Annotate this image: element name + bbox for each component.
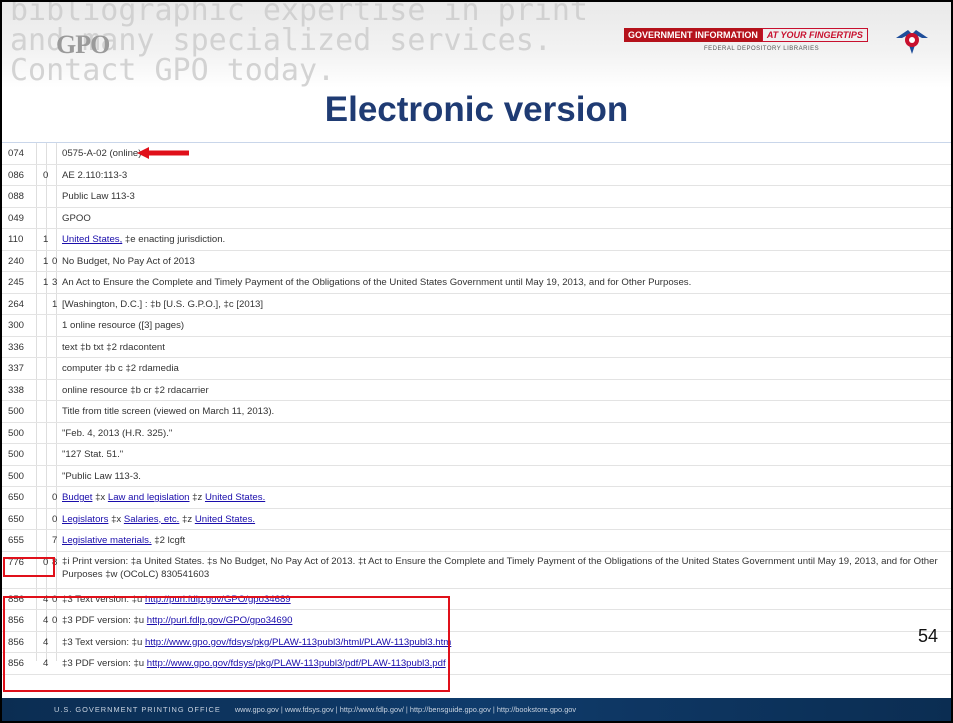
subject-link[interactable]: Legislators [62,514,108,525]
marc-tag: 300 [8,320,25,331]
subfield-code: ‡z [189,492,205,503]
field-content: No Budget, No Pay Act of 2013 [62,255,195,267]
field-text: ‡e enacting jurisdiction. [122,234,226,245]
fdl-subtitle: FEDERAL DEPOSITORY LIBRARIES [704,46,820,52]
field-content: [Washington, D.C.] : ‡b [U.S. G.P.O.], ‡… [62,298,264,310]
indicator-2: 3 [52,277,58,288]
subfield-code: ‡x [108,513,124,525]
table-row: 500 Title from title screen (viewed on Ma… [2,401,951,423]
marc-record-table: 074 0575-A-02 (online) 086 0 AE 2.110:113-3 0… [2,143,951,675]
field-content: 0575-A-02 (online) [62,148,142,159]
table-row: 776 0 8 ‡i Print version: ‡a United States.… [2,552,951,589]
indicator-1: 1 [43,234,49,245]
field-content: "127 Stat. 51." [62,449,124,460]
table-row: 650 0 Legislators ‡x Salaries, etc. ‡z Uni… [2,509,951,530]
page-number: 54 [918,626,939,646]
subfield-code: ‡z [179,513,195,525]
marc-tag: 500 [8,449,25,460]
annotation-box-856 [3,596,450,692]
subject-link[interactable]: Law and legislation [108,492,190,503]
subject-link[interactable]: United States. [195,514,255,525]
marc-tag: 074 [8,148,25,159]
marc-tag: 650 [8,492,25,503]
footer-bar: U.S. GOVERNMENT PRINTING OFFICE www.gpo.… [2,698,951,721]
table-row: 240 1 0 No Budget, No Pay Act of 2013 [2,251,951,272]
indicator-1: 1 [43,277,49,288]
table-row: 049 GPOO [2,208,951,229]
annotation-box-776 [3,557,55,577]
table-row: 500 "127 Stat. 51." [2,444,951,466]
field-content: Budget ‡x Law and legislation ‡z United … [62,492,951,503]
gpo-logo: GPO [56,30,110,59]
marc-tag: 049 [8,212,25,224]
marc-tag: 240 [8,255,25,267]
field-content: AE 2.110:113-3 [62,169,128,181]
marc-tag: 264 [8,298,25,310]
table-row: 500 "Feb. 4, 2013 (H.R. 325)." [2,423,951,444]
government-information-badge: GOVERNMENT INFORMATION AT YOUR FINGERTIP… [624,28,868,42]
indicator-2: 0 [52,492,58,503]
marc-tag: 500 [8,427,25,439]
table-row: 088 Public Law 113-3 [2,186,951,208]
field-content: Legislative materials. ‡2 lcgft [62,535,951,546]
footer-org: U.S. GOVERNMENT PRINTING OFFICE [54,705,221,714]
indicator-1: 0 [43,169,49,181]
field-content: An Act to Ensure the Complete and Timely… [62,277,692,288]
field-content: GPOO [62,212,91,224]
indicator-2: 1 [52,298,58,310]
marc-tag: 337 [8,363,25,374]
marc-tag: 336 [8,341,25,353]
field-content: "Public Law 113-3. [62,470,141,482]
slide-title: Electronic version [324,90,629,129]
marc-tag: 655 [8,535,25,546]
marc-tag: 650 [8,513,25,525]
field-content: "Feb. 4, 2013 (H.R. 325)." [62,427,173,439]
indicator-1: 1 [43,255,49,267]
table-row: 338 online resource ‡b cr ‡2 rdacarrier [2,380,951,401]
marc-tag: 500 [8,406,25,417]
marc-tag: 086 [8,169,25,181]
indicator-2: 7 [52,535,58,546]
indicator-2: 0 [52,513,58,525]
field-content: text ‡b txt ‡2 rdacontent [62,341,165,353]
red-arrow-icon [137,147,189,159]
marc-tag: 245 [8,277,25,288]
field-content: computer ‡b c ‡2 rdamedia [62,363,179,374]
marc-tag: 500 [8,470,25,482]
table-row: 337 computer ‡b c ‡2 rdamedia [2,358,951,380]
fdlp-eagle-logo-icon [896,30,928,54]
field-content: online resource ‡b cr ‡2 rdacarrier [62,384,209,396]
indicator-2: 0 [52,255,58,267]
table-row: 300 1 online resource ([3] pages) [2,315,951,337]
banner: bibliographic expertise in print and many… [2,2,951,88]
table-row: 336 text ‡b txt ‡2 rdacontent [2,337,951,358]
marc-tag: 088 [8,191,25,202]
field-content: 1 online resource ([3] pages) [62,320,185,331]
table-row: 655 7 Legislative materials. ‡2 lcgft [2,530,951,552]
subject-link[interactable]: Budget [62,492,92,503]
table-row: 110 1 United States, ‡e enacting jurisdict… [2,229,951,251]
subfield-code: ‡x [92,492,108,503]
heading-link[interactable]: United States, [62,234,122,245]
table-row: 650 0 Budget ‡x Law and legislation ‡z Uni… [2,487,951,509]
table-row: 086 0 AE 2.110:113-3 [2,165,951,186]
footer-links: www.gpo.gov | www.fdsys.gov | http://www… [234,705,577,714]
table-row: 500 "Public Law 113-3. [2,466,951,487]
subfield-code: ‡2 lcgft [151,535,186,546]
subject-link[interactable]: Legislative materials. [62,535,152,546]
marc-tag: 110 [8,234,24,245]
subject-link[interactable]: Salaries, etc. [124,514,179,525]
field-content: Public Law 113-3 [62,191,135,202]
field-content: Title from title screen (viewed on March… [62,406,275,417]
field-content: ‡i Print version: ‡a United States. ‡s N… [62,555,938,580]
slide-frame: bibliographic expertise in print and many… [0,0,953,723]
field-content: United States, ‡e enacting jurisdiction. [62,234,951,245]
subject-link[interactable]: United States. [205,492,265,503]
table-row: 245 1 3 An Act to Ensure the Complete and T… [2,272,951,294]
table-row: 264 1 [Washington, D.C.] : ‡b [U.S. G.P.O.… [2,294,951,315]
marc-tag: 338 [8,384,25,396]
field-content: Legislators ‡x Salaries, etc. ‡z United … [62,514,951,525]
